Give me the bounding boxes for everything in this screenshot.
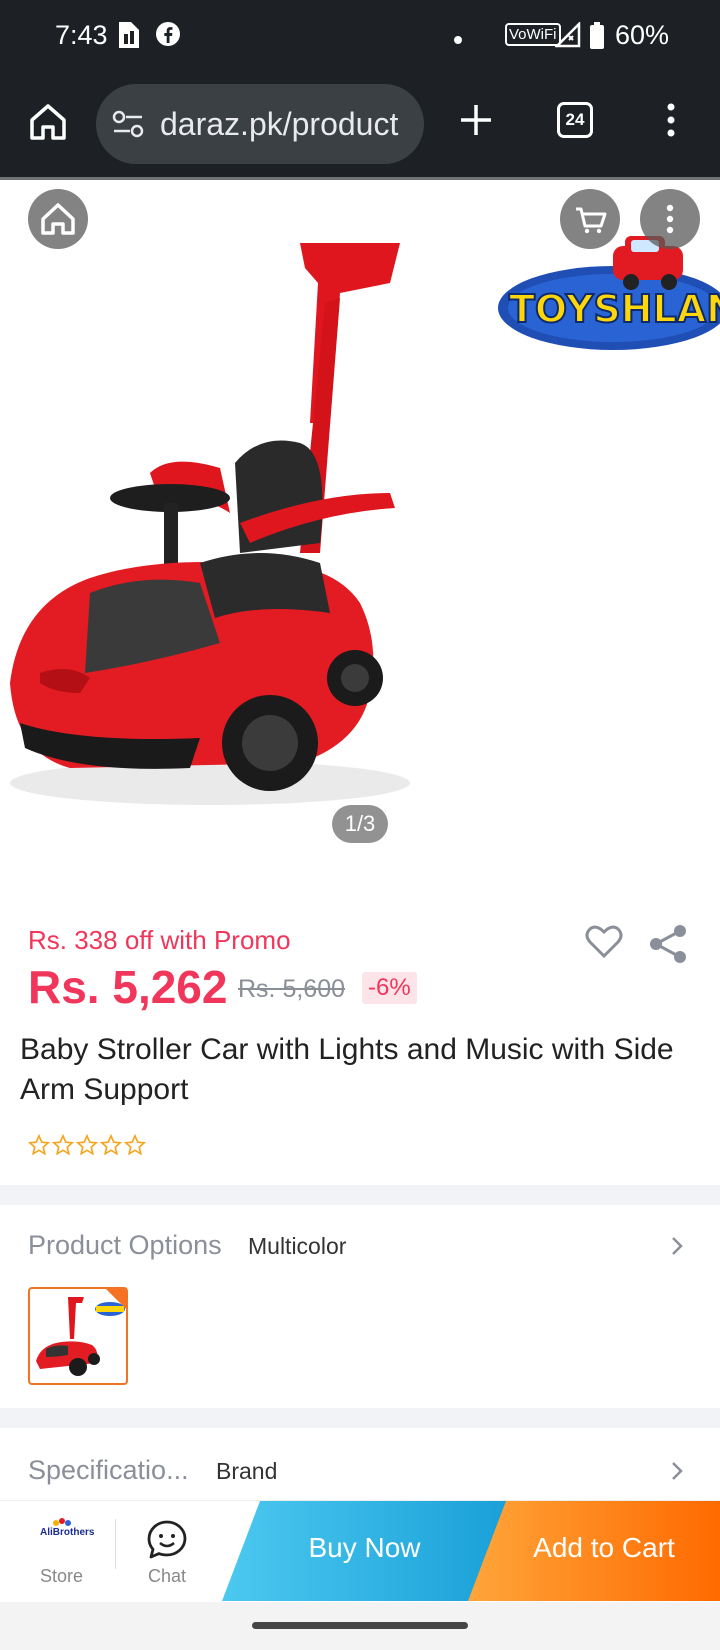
svg-text:TOYSHLAND: TOYSHLAND [509, 287, 720, 331]
url-text: daraz.pk/product [160, 106, 399, 142]
battery-icon [589, 22, 605, 55]
product-image-gallery[interactable]: TOYSHLAND [0, 183, 720, 898]
specifications-label: Specificatio... [28, 1455, 189, 1485]
home-gesture-handle[interactable] [252, 1622, 468, 1629]
option-thumbnail[interactable] [28, 1287, 128, 1385]
star-icon [100, 1134, 122, 1156]
site-settings-icon[interactable] [112, 110, 144, 143]
status-bar: 7:43 VoWiFi 60% [0, 0, 720, 72]
rating-stars[interactable] [28, 1134, 146, 1156]
discount-badge: -6% [362, 972, 417, 1004]
notification-dot-icon [453, 32, 463, 50]
chevron-right-icon [670, 1460, 684, 1487]
tab-switcher-button[interactable]: 24 [557, 102, 593, 138]
star-icon [76, 1134, 98, 1156]
store-logo-icon [53, 1518, 71, 1526]
vowifi-icon: VoWiFi [505, 23, 561, 46]
original-price: Rs. 5,600 [238, 975, 346, 1003]
battery-percent: 60% [615, 20, 670, 50]
cart-icon-button[interactable] [560, 189, 620, 249]
chat-button[interactable]: Chat [132, 1501, 202, 1601]
image-counter: 1/3 [332, 805, 388, 843]
section-divider [0, 1185, 720, 1205]
store-button[interactable]: AliBrothers Store [22, 1501, 102, 1601]
signal-icon [553, 20, 581, 53]
screen: 7:43 VoWiFi 60% daraz.pk/product 24 TOYS… [0, 0, 720, 1650]
store-label: Store [40, 1566, 84, 1586]
address-bar[interactable]: daraz.pk/product [96, 84, 424, 164]
divider [115, 1519, 116, 1569]
share-icon[interactable] [648, 924, 688, 969]
promo-text: Rs. 338 off with Promo [28, 925, 291, 955]
browser-toolbar: daraz.pk/product 24 [0, 72, 720, 180]
star-icon [52, 1134, 74, 1156]
product-options-value: Multicolor [248, 1233, 347, 1259]
buy-now-button[interactable]: Buy Now [222, 1501, 507, 1601]
store-logo: AliBrothers [40, 1527, 95, 1538]
clock: 7:43 [55, 20, 108, 50]
buy-now-label: Buy Now [308, 1532, 421, 1563]
facebook-icon [155, 20, 181, 53]
product-image [0, 223, 460, 823]
chevron-right-icon [670, 1235, 684, 1262]
home-icon[interactable] [28, 102, 68, 147]
section-divider [0, 1408, 720, 1428]
sim-card-icon [115, 20, 141, 55]
wishlist-heart-icon[interactable] [585, 925, 623, 964]
more-menu-icon[interactable] [664, 102, 678, 143]
product-title: Baby Stroller Car with Lights and Music … [20, 1033, 674, 1106]
system-nav-bar [0, 1602, 720, 1650]
new-tab-icon[interactable] [458, 102, 494, 143]
add-to-cart-label: Add to Cart [533, 1532, 675, 1563]
current-price: Rs. 5,262 [28, 961, 228, 1013]
bottom-action-bar: AliBrothers Store Chat Buy Now Add to Ca… [0, 1500, 720, 1602]
chat-icon [147, 1520, 187, 1559]
more-options-icon[interactable] [640, 189, 700, 249]
add-to-cart-button[interactable]: Add to Cart [468, 1501, 720, 1601]
specifications-value: Brand [216, 1458, 278, 1484]
home-icon-button[interactable] [28, 189, 88, 249]
chat-label: Chat [148, 1566, 187, 1586]
star-icon [124, 1134, 146, 1156]
product-options-label: Product Options [28, 1230, 222, 1260]
star-icon [28, 1134, 50, 1156]
